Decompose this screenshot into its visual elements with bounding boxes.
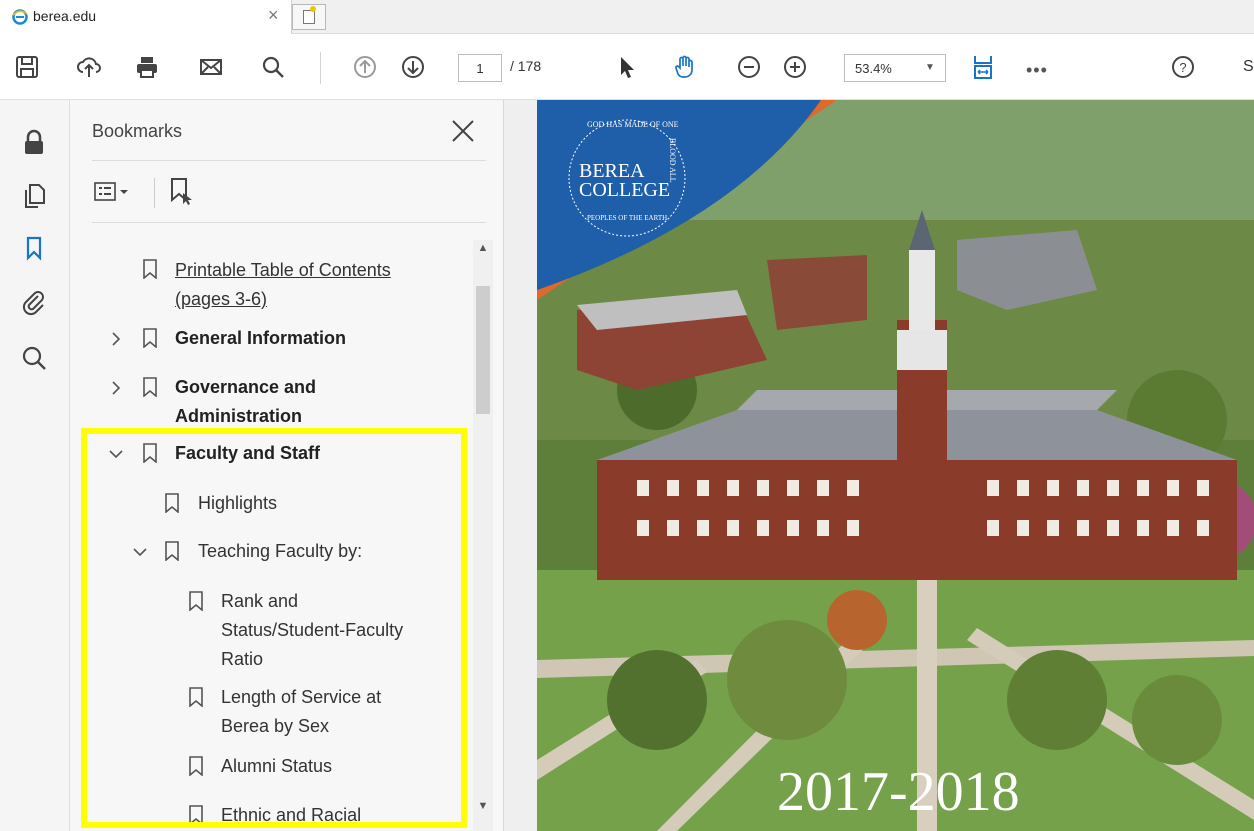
zoom-select[interactable]: 53.4% ▼ [844, 54, 946, 82]
zoom-value: 53.4% [855, 61, 892, 76]
cover-page: GOD HAS MADE OF ONE BLOOD ALL PEOPLES OF… [537, 100, 1254, 831]
toolbar-divider [154, 178, 155, 208]
bookmark-label: Faculty and Staff [175, 443, 321, 463]
bookmark-tree: Printable Table of Contents (pages 3-6) … [70, 240, 470, 831]
bookmark-icon[interactable] [20, 234, 48, 262]
bookmark-flag-icon [189, 756, 203, 776]
chevron-right-icon[interactable] [108, 331, 124, 347]
bookmarks-scrollbar[interactable]: ▲ ▼ [473, 240, 493, 831]
sign-in-link[interactable]: S [1243, 58, 1254, 76]
browser-tab[interactable]: berea.edu × [0, 0, 292, 34]
bookmark-label: Ethnic and Racial [221, 805, 362, 825]
bookmark-label: (pages 3-6) [175, 289, 268, 309]
seal-text: GOD HAS MADE OF ONE [587, 120, 679, 129]
bookmark-label: Governance and [175, 377, 317, 397]
chevron-right-icon[interactable] [108, 380, 124, 396]
more-tools-button[interactable]: ••• [1026, 60, 1048, 81]
search-icon[interactable] [20, 344, 48, 372]
bookmark-item[interactable]: Highlights [70, 489, 470, 521]
search-icon[interactable] [258, 52, 288, 82]
bookmark-label: Alumni Status [221, 756, 333, 776]
navigation-rail [0, 100, 70, 831]
bookmark-label: Rank and [221, 591, 299, 611]
zoom-in-icon[interactable] [780, 52, 810, 82]
bookmark-item[interactable]: Teaching Faculty by: [70, 537, 470, 569]
panel-divider [92, 160, 486, 161]
bookmark-item[interactable]: Alumni Status [70, 752, 470, 784]
bookmark-item[interactable]: Faculty and Staff [70, 439, 470, 471]
bookmark-flag-icon [189, 591, 203, 611]
bookmark-flag-icon [189, 805, 203, 825]
bookmark-options-button[interactable] [94, 178, 140, 206]
page-down-icon[interactable] [398, 52, 428, 82]
tab-title: berea.edu [33, 8, 97, 24]
panel-divider [92, 222, 486, 223]
bookmark-label: Administration [175, 406, 303, 426]
bookmark-item[interactable]: General Information [70, 324, 470, 356]
bookmark-label: Printable Table of Contents [175, 260, 391, 280]
bookmark-label: Highlights [198, 493, 278, 513]
toolbar-divider [320, 52, 321, 84]
help-icon[interactable]: ? [1168, 52, 1198, 82]
bookmarks-panel: Bookmarks Printable Table of Contents (p… [70, 100, 504, 831]
bookmark-label: Berea by Sex [221, 716, 330, 736]
hand-tool-icon[interactable] [670, 52, 700, 82]
bookmark-flag-icon [143, 377, 157, 397]
close-icon[interactable] [450, 118, 476, 144]
bookmark-item[interactable]: Length of Service at Berea by Sex [70, 683, 470, 743]
college-logo: BEREA COLLEGE [579, 161, 671, 201]
page-number-input[interactable]: 1 [458, 54, 502, 82]
bookmark-flag-icon [143, 328, 157, 348]
pdf-toolbar: 1 / 178 53.4% ▼ ••• ? S [0, 34, 1254, 100]
print-icon[interactable] [132, 52, 162, 82]
bookmark-label: Length of Service at [221, 687, 382, 707]
scroll-up-icon[interactable]: ▲ [473, 242, 493, 254]
bookmark-flag-icon [165, 541, 179, 561]
save-icon[interactable] [12, 52, 42, 82]
bookmark-flag-icon [165, 493, 179, 513]
bookmark-item[interactable]: Printable Table of Contents (pages 3-6) [70, 240, 470, 309]
chevron-down-icon[interactable] [132, 544, 148, 560]
bookmark-item[interactable]: Ethnic and Racial [70, 801, 470, 831]
cover-year: 2017-2018 [777, 761, 1020, 823]
bookmark-label: General Information [175, 328, 347, 348]
seal-text: PEOPLES OF THE EARTH [587, 214, 668, 222]
svg-text:?: ? [1179, 60, 1186, 75]
internet-explorer-icon [12, 9, 28, 25]
bookmark-label: Ratio [221, 649, 264, 669]
zoom-out-icon[interactable] [734, 52, 764, 82]
new-tab-icon [303, 10, 315, 24]
new-tab-star [310, 6, 316, 12]
page-up-icon[interactable] [350, 52, 380, 82]
bookmark-flag-icon [143, 443, 157, 463]
document-view: GOD HAS MADE OF ONE BLOOD ALL PEOPLES OF… [504, 100, 1254, 831]
attachment-icon[interactable] [20, 288, 48, 316]
bookmark-item[interactable]: Rank and Status/Student-Faculty Ratio [70, 587, 470, 677]
logo-line: COLLEGE [579, 179, 671, 201]
new-tab-button[interactable] [292, 4, 326, 30]
new-bookmark-icon[interactable] [166, 176, 196, 206]
cloud-upload-icon[interactable] [74, 52, 104, 82]
bookmark-flag-icon [189, 687, 203, 707]
select-arrow-icon[interactable] [612, 52, 642, 82]
panel-title: Bookmarks [92, 121, 183, 141]
browser-tab-strip: berea.edu × [0, 0, 1254, 34]
chevron-down-icon[interactable] [108, 446, 124, 462]
bookmark-label: Status/Student-Faculty [221, 620, 404, 640]
page-total: / 178 [510, 58, 542, 74]
fit-page-icon[interactable] [968, 52, 998, 82]
scroll-down-icon[interactable]: ▼ [473, 800, 493, 812]
bookmark-flag-icon [143, 259, 157, 279]
chevron-down-icon: ▼ [925, 62, 935, 73]
tab-close-icon[interactable]: × [268, 5, 279, 26]
scrollbar-thumb[interactable] [476, 286, 490, 414]
campus-aerial-photo [537, 100, 1254, 831]
lock-icon[interactable] [20, 128, 48, 156]
bookmark-label: Teaching Faculty by: [198, 541, 363, 561]
mail-icon[interactable] [196, 52, 226, 82]
bookmark-item[interactable]: Governance and Administration [70, 373, 470, 433]
copy-pages-icon[interactable] [20, 182, 48, 210]
